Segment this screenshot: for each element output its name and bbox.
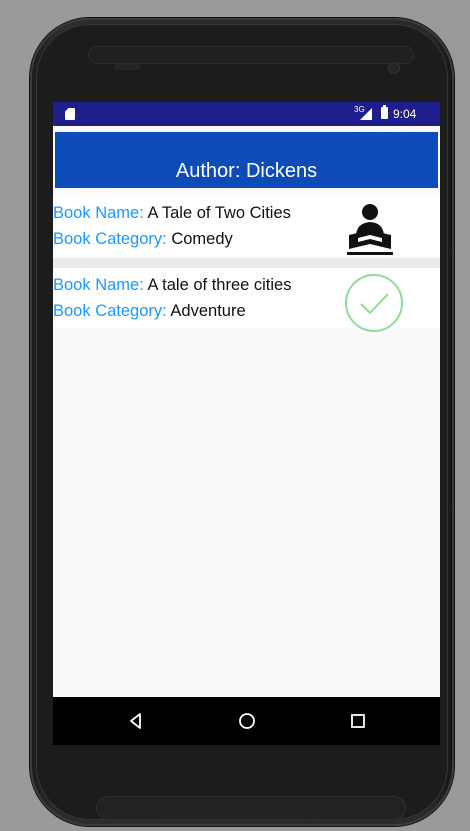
navigation-bar [53, 697, 440, 745]
status-time: 9:04 [393, 107, 417, 121]
book-name-line: Book Name: A Tale of Two Cities [53, 204, 291, 223]
signal-icon [360, 108, 372, 120]
book-category-label: Book Category: [53, 230, 167, 248]
divider [53, 258, 440, 268]
book-name-label: Book Name: [53, 276, 144, 294]
status-bar: 3G 9:04 [53, 102, 440, 126]
book-category-line: Book Category: Comedy [53, 230, 233, 249]
battery-icon [381, 105, 388, 119]
book-name-value: A Tale of Two Cities [147, 204, 291, 222]
bottom-speaker [96, 796, 406, 820]
back-icon[interactable] [126, 711, 146, 731]
check-circle-icon [345, 274, 403, 332]
book-category-value: Adventure [170, 302, 246, 320]
book-name-line: Book Name: A tale of three cities [53, 276, 291, 295]
list-item[interactable]: Book Name: A Tale of Two Cities Book Cat… [53, 196, 440, 256]
book-name-label: Book Name: [53, 204, 144, 222]
earpiece-speaker [88, 46, 414, 64]
book-category-line: Book Category: Adventure [53, 302, 246, 321]
app-header: Author: Dickens [55, 132, 438, 188]
recent-apps-icon[interactable] [348, 711, 368, 731]
book-name-value: A tale of three cities [147, 276, 292, 294]
reading-person-icon [347, 204, 393, 255]
book-category-label: Book Category: [53, 302, 167, 320]
page-title: Author: Dickens [175, 160, 318, 182]
home-icon[interactable] [237, 711, 257, 731]
front-camera [388, 62, 400, 74]
screen: 3G 9:04 Author: Dickens Book Name: A Tal… [53, 102, 440, 745]
sd-card-icon [65, 108, 75, 120]
proximity-sensor [114, 64, 140, 70]
list-item[interactable]: Book Name: A tale of three cities Book C… [53, 268, 440, 332]
book-category-value: Comedy [171, 230, 233, 248]
